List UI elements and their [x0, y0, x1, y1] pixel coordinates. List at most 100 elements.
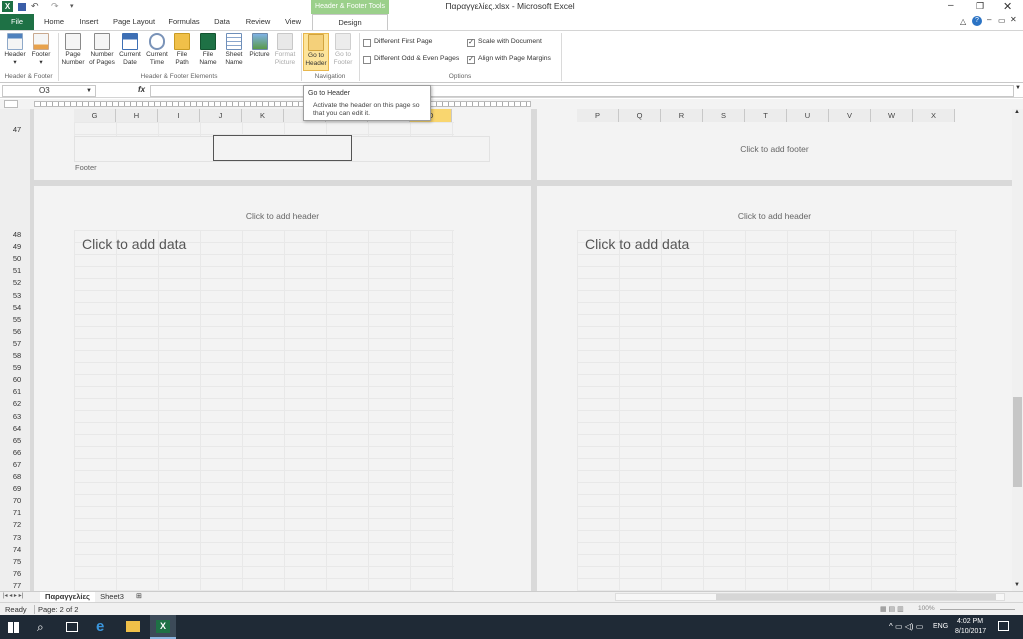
column-header[interactable]: J	[200, 109, 242, 122]
row-header[interactable]: 71	[8, 507, 26, 519]
sheet-tab[interactable]: Sheet3	[97, 592, 127, 601]
insert-sheet-icon[interactable]: ⊞	[136, 592, 142, 600]
file-path-button[interactable]: File Path	[171, 33, 193, 66]
current-time-button[interactable]: Current Time	[144, 33, 170, 66]
column-header[interactable]: R	[661, 109, 703, 122]
tray-icons[interactable]: ^ ▭ ◁) ▭	[889, 622, 923, 631]
add-footer-placeholder[interactable]: Click to add footer	[537, 144, 1012, 154]
row-header[interactable]: 72	[8, 519, 26, 531]
language-indicator[interactable]: ENG	[933, 623, 948, 630]
formula-input[interactable]	[150, 85, 1014, 97]
redo-icon[interactable]: ↷	[51, 1, 59, 12]
help-icon[interactable]: ?	[972, 16, 982, 26]
excel-taskbar-icon[interactable]: X	[150, 615, 176, 639]
scroll-down-icon[interactable]: ▼	[1014, 582, 1020, 588]
tab-formulas[interactable]: Formulas	[164, 14, 204, 30]
column-header[interactable]: X	[913, 109, 955, 122]
header-button[interactable]: Header ▾	[3, 33, 27, 66]
footer-button[interactable]: Footer ▾	[29, 33, 53, 66]
quick-access-menu-icon[interactable]: ▾	[70, 2, 74, 10]
different-odd-even-checkbox[interactable]	[363, 56, 371, 64]
add-data-placeholder-right[interactable]: Click to add data	[585, 236, 689, 252]
row-header[interactable]: 61	[8, 386, 26, 398]
row-header[interactable]: 65	[8, 435, 26, 447]
windows-start-icon[interactable]	[8, 622, 19, 633]
notification-icon[interactable]	[998, 621, 1009, 631]
horizontal-scroll-thumb[interactable]	[716, 594, 996, 600]
column-header[interactable]: P	[577, 109, 619, 122]
different-first-page-checkbox[interactable]	[363, 39, 371, 47]
tab-insert[interactable]: Insert	[73, 14, 105, 30]
name-box[interactable]: O3 ▼	[2, 85, 96, 97]
column-header[interactable]: S	[703, 109, 745, 122]
add-header-placeholder-right[interactable]: Click to add header	[537, 211, 1012, 221]
column-header[interactable]: Q	[619, 109, 661, 122]
add-header-placeholder-left[interactable]: Click to add header	[34, 211, 531, 221]
search-icon[interactable]: ⌕	[37, 619, 53, 635]
file-explorer-icon[interactable]	[126, 621, 140, 632]
row-header[interactable]: 50	[8, 253, 26, 265]
workbook-minimize-icon[interactable]: –	[987, 15, 991, 24]
task-view-icon[interactable]	[66, 622, 78, 632]
scale-with-document-checkbox[interactable]: ✓	[467, 39, 475, 47]
restore-icon[interactable]: ❐	[976, 1, 984, 12]
tab-review[interactable]: Review	[241, 14, 275, 30]
row-header[interactable]: 69	[8, 483, 26, 495]
row-header[interactable]: 66	[8, 447, 26, 459]
tab-file[interactable]: File	[0, 14, 34, 30]
scroll-thumb[interactable]	[1013, 397, 1022, 487]
go-to-header-button[interactable]: Go to Header	[303, 33, 329, 71]
column-header[interactable]: K	[242, 109, 284, 122]
row-header[interactable]: 64	[8, 423, 26, 435]
workbook-close-icon[interactable]: ✕	[1010, 15, 1017, 24]
column-header[interactable]: U	[787, 109, 829, 122]
row-header[interactable]: 68	[8, 471, 26, 483]
column-header[interactable]: W	[871, 109, 913, 122]
add-data-placeholder-left[interactable]: Click to add data	[82, 236, 186, 252]
fx-icon[interactable]: fx	[138, 85, 145, 94]
column-header[interactable]: I	[158, 109, 200, 122]
row-header[interactable]: 63	[8, 411, 26, 423]
row-header[interactable]: 54	[8, 302, 26, 314]
row-header[interactable]: 75	[8, 556, 26, 568]
sheet-tab-active[interactable]: Παραγγελίες	[40, 592, 95, 602]
column-header[interactable]: V	[829, 109, 871, 122]
row-header[interactable]: 70	[8, 495, 26, 507]
row-header[interactable]: 49	[8, 241, 26, 253]
tab-data[interactable]: Data	[209, 14, 235, 30]
page-number-button[interactable]: Page Number	[59, 33, 87, 66]
workbook-restore-icon[interactable]: ▭	[998, 16, 1006, 25]
save-icon[interactable]	[18, 3, 26, 11]
row-header[interactable]: 74	[8, 544, 26, 556]
ribbon-minimize-icon[interactable]: △	[960, 17, 966, 26]
clock-time[interactable]: 4:02 PM	[957, 618, 983, 625]
format-picture-button[interactable]: Format Picture	[272, 33, 298, 66]
column-header[interactable]: G	[74, 109, 116, 122]
row-header[interactable]: 62	[8, 398, 26, 410]
row-header[interactable]: 51	[8, 265, 26, 277]
zoom-level[interactable]: 100%	[918, 605, 935, 612]
row-header[interactable]: 57	[8, 338, 26, 350]
row-header[interactable]: 55	[8, 314, 26, 326]
vertical-scrollbar[interactable]: ▲ ▼	[1012, 109, 1023, 591]
edge-browser-icon[interactable]: e	[96, 619, 112, 635]
row-header[interactable]: 60	[8, 374, 26, 386]
number-of-pages-button[interactable]: Number of Pages	[88, 33, 116, 66]
expand-formula-icon[interactable]: ▼	[1015, 85, 1021, 91]
column-header[interactable]: H	[116, 109, 158, 122]
row-header[interactable]: 53	[8, 290, 26, 302]
file-name-button[interactable]: File Name	[196, 33, 220, 66]
row-header[interactable]: 73	[8, 532, 26, 544]
tab-design[interactable]: Design	[312, 14, 388, 30]
clock-date[interactable]: 8/10/2017	[955, 628, 986, 635]
row-header[interactable]: 58	[8, 350, 26, 362]
undo-icon[interactable]: ↶	[31, 1, 39, 12]
align-with-margins-checkbox[interactable]: ✓	[467, 56, 475, 64]
excel-app-icon[interactable]: X	[2, 1, 13, 12]
picture-button[interactable]: Picture	[247, 33, 272, 59]
zoom-slider[interactable]	[940, 609, 1015, 610]
go-to-footer-button[interactable]: Go to Footer	[330, 33, 356, 66]
current-date-button[interactable]: Current Date	[117, 33, 143, 66]
horizontal-scrollbar[interactable]	[615, 593, 1005, 601]
close-icon[interactable]: ✕	[1003, 0, 1012, 13]
